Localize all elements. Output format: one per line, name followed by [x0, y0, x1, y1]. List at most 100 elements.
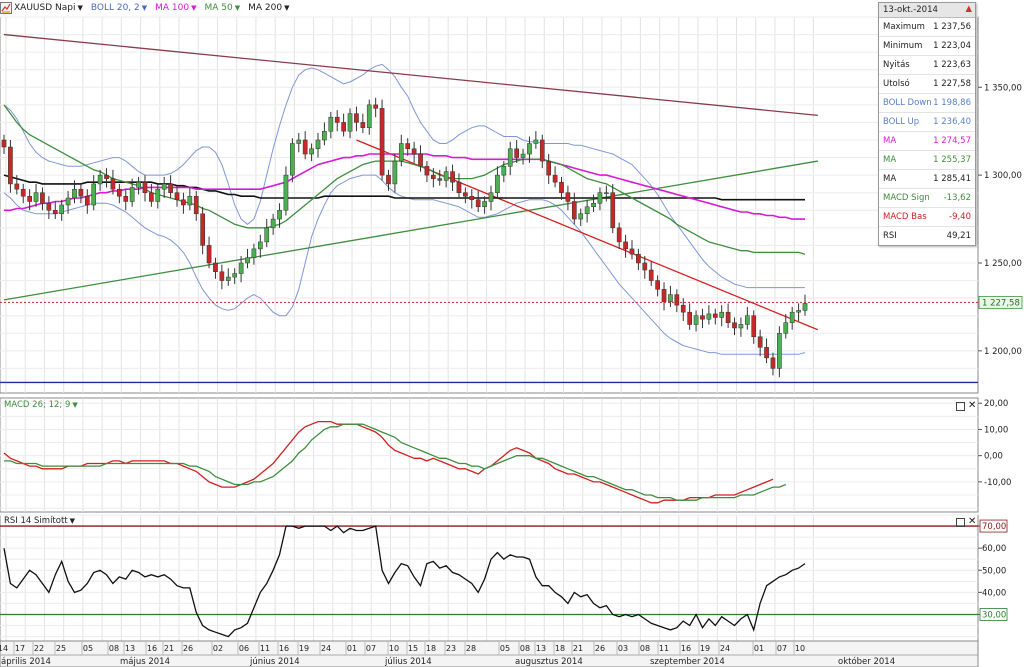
date-label: 05 — [500, 644, 510, 653]
date-label: 28 — [466, 644, 476, 653]
candle-body — [168, 183, 173, 193]
info-row: MA 1 285,41 — [879, 170, 975, 189]
pin-icon[interactable]: ▲ — [965, 4, 972, 14]
month-label: augusztus 2014 — [515, 657, 583, 667]
rsi-label: RSI 14 Simított — [4, 516, 68, 526]
info-row-value: -13,62 — [943, 193, 971, 203]
macd-axis-label: -10,00 — [984, 478, 1011, 488]
date-label: 03 — [618, 644, 628, 653]
info-row-label: Minimum — [883, 41, 923, 51]
candle-body — [123, 195, 129, 202]
candle-body — [770, 357, 776, 369]
info-date: 13-okt.-2014 ▲ — [879, 3, 975, 18]
candle-body — [322, 130, 327, 141]
candle-body — [559, 181, 564, 193]
maximize-icon[interactable] — [956, 518, 965, 527]
candle-body — [475, 199, 481, 208]
candle-body — [302, 139, 308, 155]
info-row-label: MACD Sign — [883, 193, 930, 203]
candle-body — [270, 218, 276, 229]
candle-body — [674, 294, 680, 306]
candle-body — [373, 104, 378, 109]
rsi-pane-label[interactable]: RSI 14 Simított ▼ — [4, 516, 75, 526]
candle-body — [744, 315, 750, 325]
candle-body — [719, 311, 725, 318]
info-row-label: MA — [883, 174, 897, 184]
date-label: 01 — [347, 644, 357, 653]
candle-body — [8, 146, 13, 185]
candle-body — [232, 273, 238, 278]
candle-body — [117, 188, 122, 197]
date-label: 14 — [0, 644, 8, 653]
candle-body — [277, 210, 282, 220]
date-label: 02 — [213, 644, 223, 653]
date-label: 11 — [659, 644, 669, 653]
info-row: Minimum 1 223,04 — [879, 37, 975, 56]
candle-body — [366, 104, 372, 128]
candle-body — [251, 248, 257, 258]
candle-body — [347, 113, 353, 132]
info-row: BOLL Down 1 198,86 — [879, 94, 975, 113]
chart-canvas[interactable]: 1 350,00 1 300,00 1 250,00 1 200,00 1 227,58… — [0, 0, 1024, 667]
candle-body — [341, 122, 346, 132]
candle-body — [552, 174, 558, 183]
candle-body — [565, 192, 571, 202]
candle-body — [181, 199, 186, 206]
candle-body — [501, 166, 507, 176]
info-row-value: 1 255,37 — [933, 155, 971, 165]
candle-body — [450, 171, 455, 183]
date-label: 11 — [260, 644, 270, 653]
candle-body — [155, 188, 161, 202]
info-panel: 13-okt.-2014 ▲ Maximum 1 237,56 Minimum 1 … — [878, 2, 976, 246]
candle-body — [91, 183, 97, 206]
date-label: 06 — [239, 644, 249, 653]
close-icon[interactable]: ✕ — [968, 400, 976, 411]
info-row-value: 1 274,57 — [933, 136, 971, 146]
date-label: 19 — [700, 644, 710, 653]
maximize-icon[interactable] — [956, 402, 965, 411]
date-label: 01 — [754, 644, 764, 653]
month-label: május 2014 — [120, 657, 170, 667]
candle-body — [610, 192, 616, 229]
candle-body — [72, 188, 77, 199]
candle-body — [386, 174, 391, 185]
candle-body — [245, 257, 250, 264]
date-label: 26 — [183, 644, 193, 653]
candle-body — [463, 192, 468, 197]
candle-body — [193, 195, 199, 215]
candle-body — [149, 192, 154, 202]
rsi-pane-buttons: ✕ — [956, 516, 976, 527]
date-label: 19 — [299, 644, 309, 653]
close-icon[interactable]: ✕ — [968, 516, 976, 527]
candle-body — [456, 181, 462, 193]
info-date-text: 13-okt.-2014 — [883, 5, 938, 15]
info-row: MACD Sign -13,62 — [879, 189, 975, 208]
candle-body — [104, 174, 109, 179]
date-label: 17 — [15, 644, 25, 653]
candle-body — [757, 336, 763, 348]
candle-body — [424, 166, 430, 176]
date-label: 26 — [595, 644, 605, 653]
date-label: 15 — [408, 644, 418, 653]
price-axis-label: 1 350,00 — [984, 83, 1022, 93]
info-row-value: 1 227,58 — [933, 79, 971, 89]
candle-body — [405, 143, 411, 150]
candle-body — [751, 315, 757, 338]
candle-body — [578, 213, 584, 220]
pane-frame — [0, 16, 979, 394]
info-row-label: BOLL Down — [883, 98, 932, 108]
candle-body — [334, 116, 340, 123]
candle-body — [296, 139, 302, 144]
macd-pane-label[interactable]: MACD 26; 12; 9 ▼ — [4, 400, 78, 410]
candle-body — [604, 192, 609, 194]
candle-body — [764, 347, 769, 359]
info-row-label: Nyitás — [883, 60, 910, 70]
date-label: 10 — [389, 644, 399, 653]
price-axis-label: 1 200,00 — [984, 347, 1022, 357]
info-row: Maximum 1 237,56 — [879, 18, 975, 37]
candle-body — [136, 181, 141, 188]
candle-body — [693, 315, 699, 325]
info-row-value: 49,21 — [946, 231, 971, 241]
candle-body — [789, 311, 795, 323]
info-row-value: 1 223,04 — [933, 41, 971, 51]
